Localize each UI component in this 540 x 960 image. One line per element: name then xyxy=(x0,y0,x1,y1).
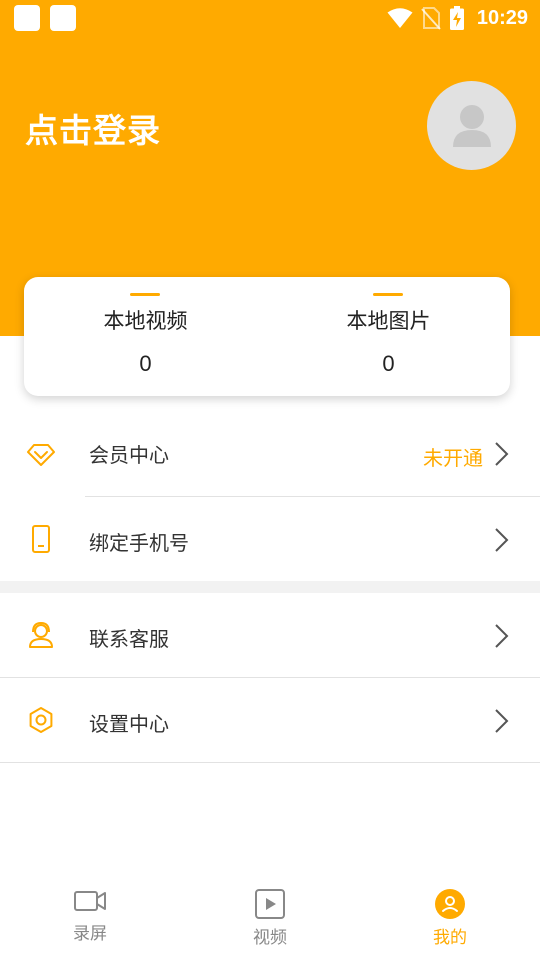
section-separator xyxy=(0,581,540,593)
menu-label: 绑定手机号 xyxy=(89,531,189,555)
tab-videos[interactable]: 视频 xyxy=(180,880,360,960)
status-bar: 10:29 xyxy=(0,0,540,36)
menu-item-vip[interactable]: 会员中心 未开通 xyxy=(0,412,540,496)
headset-icon xyxy=(29,621,53,648)
stat-label: 本地视频 xyxy=(103,309,188,333)
login-prompt[interactable]: 点击登录 xyxy=(25,104,161,152)
stat-value: 0 xyxy=(382,351,395,376)
chevron-right-icon xyxy=(495,528,509,552)
stat-indicator xyxy=(130,293,160,296)
status-time: 10:29 xyxy=(476,6,528,29)
divider xyxy=(0,762,540,763)
chevron-right-icon xyxy=(495,624,509,648)
menu-item-customer-service[interactable]: 联系客服 xyxy=(0,593,540,677)
stat-local-videos[interactable]: 本地视频 0 xyxy=(24,277,267,396)
video-camera-icon xyxy=(74,891,106,911)
user-avatar-icon[interactable] xyxy=(427,81,516,170)
menu-label: 联系客服 xyxy=(89,627,169,651)
tab-mine[interactable]: 我的 xyxy=(360,880,540,960)
vip-status: 未开通 xyxy=(423,446,483,470)
battery-charging-icon xyxy=(449,6,464,30)
notification-icon xyxy=(50,5,76,31)
tab-record[interactable]: 录屏 xyxy=(0,880,180,960)
chevron-right-icon xyxy=(495,709,509,733)
play-icon xyxy=(255,889,285,919)
profile-icon xyxy=(435,889,465,919)
stat-value: 0 xyxy=(139,351,152,376)
phone-icon xyxy=(32,525,50,553)
bottom-tab-bar: 录屏 视频 我的 xyxy=(0,880,540,960)
no-sim-icon xyxy=(421,7,441,30)
stat-label: 本地图片 xyxy=(346,309,431,333)
stat-indicator xyxy=(373,293,403,296)
notification-icon xyxy=(14,5,40,31)
chevron-right-icon xyxy=(495,442,509,466)
menu-label: 设置中心 xyxy=(89,712,169,736)
stats-card: 本地视频 0 本地图片 0 xyxy=(24,277,510,396)
tab-label: 录屏 xyxy=(73,924,107,944)
tab-label: 视频 xyxy=(253,928,287,948)
stat-local-images[interactable]: 本地图片 0 xyxy=(267,277,510,396)
menu-label: 会员中心 xyxy=(89,443,169,467)
gear-icon xyxy=(29,707,53,733)
menu-item-settings[interactable]: 设置中心 xyxy=(0,678,540,762)
diamond-icon xyxy=(27,444,55,466)
tab-label: 我的 xyxy=(433,928,467,948)
wifi-icon xyxy=(387,8,413,28)
menu-item-bind-phone[interactable]: 绑定手机号 xyxy=(0,497,540,581)
